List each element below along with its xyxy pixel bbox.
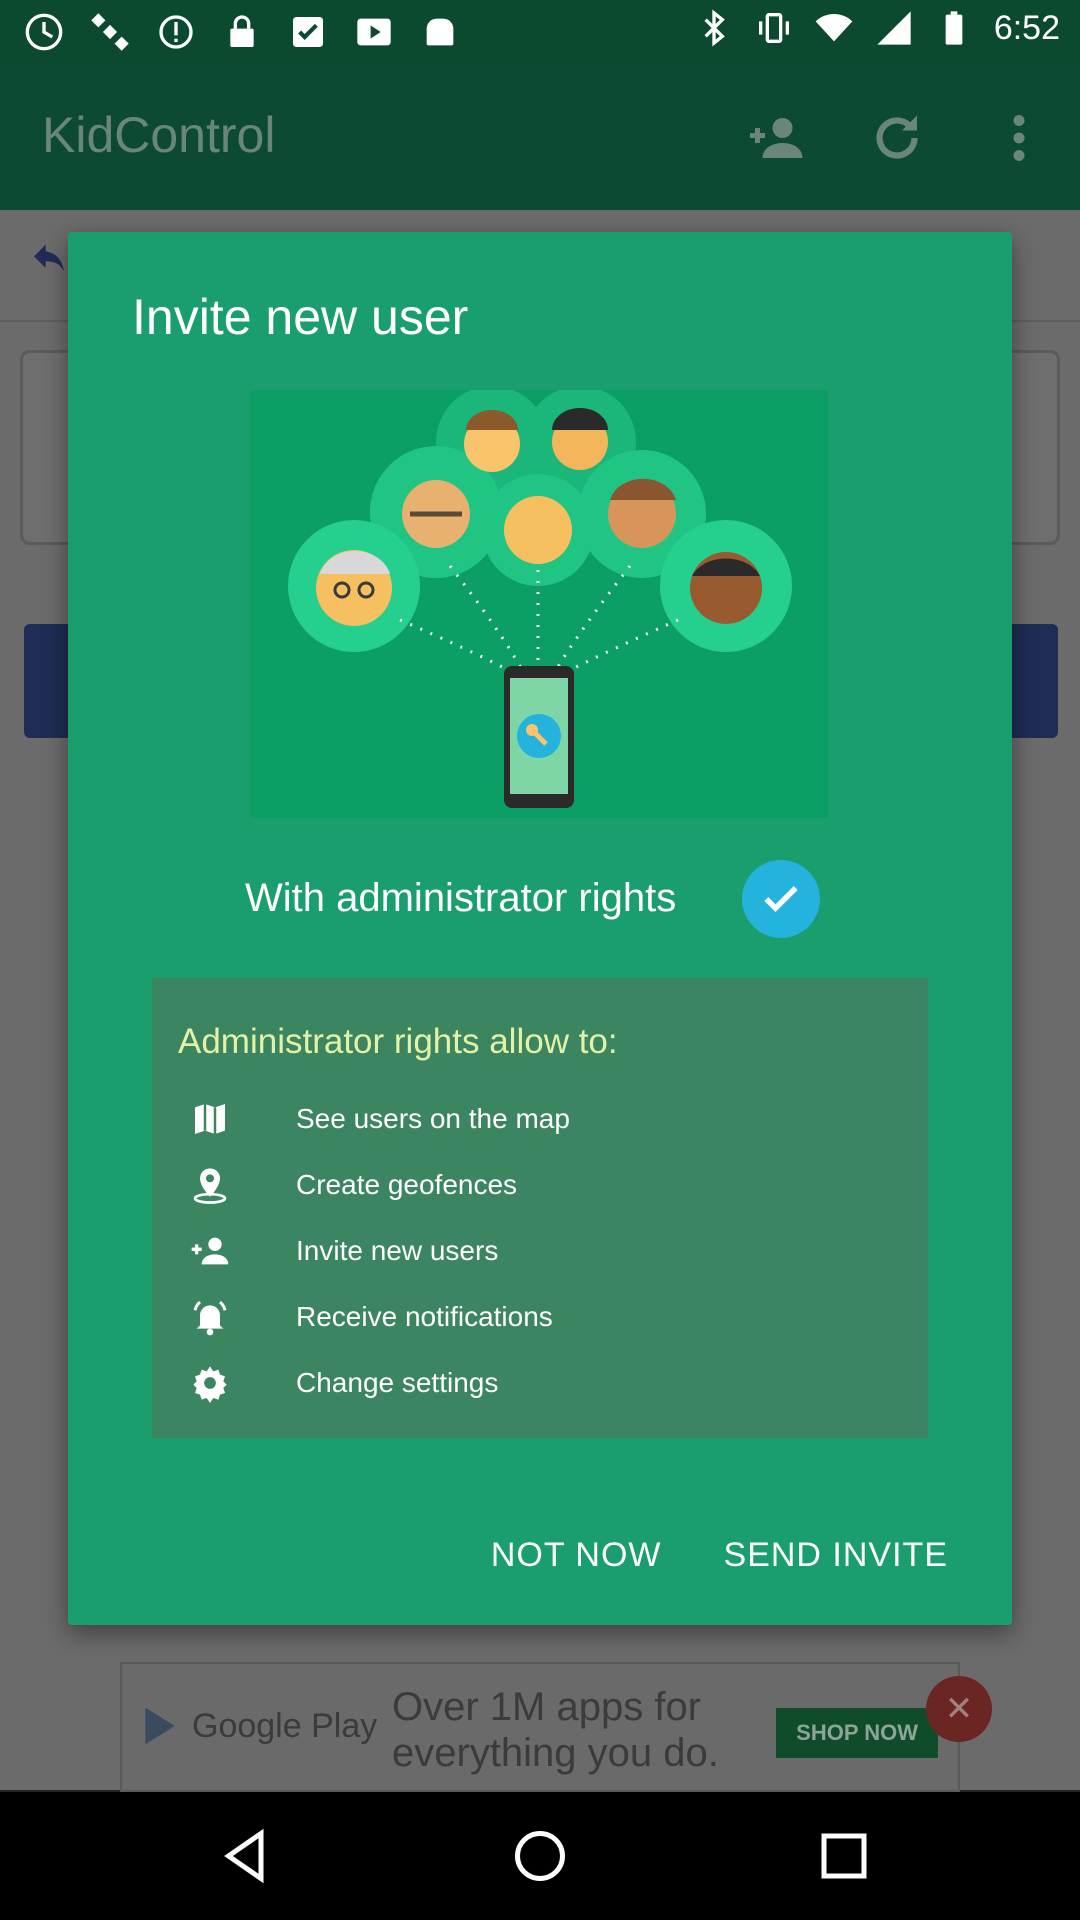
play-icon [357,18,391,46]
list-item: Create geofences [188,1152,888,1218]
ad-brand: Google Play [192,1706,378,1745]
checkmark-icon [764,886,798,913]
system-nav-bar [0,1792,1080,1920]
bluetooth-icon [704,9,725,47]
dialog-title: Invite new user [132,289,469,345]
invite-dialog: Invite new user With administrator right… [68,232,1012,1625]
map-icon [188,1097,232,1141]
ad-cta-button[interactable]: SHOP NOW [776,1708,938,1758]
satellite-icon [91,13,129,51]
list-item: See users on the map [188,1086,888,1152]
ad-message: Over 1M apps for everything you do. [392,1684,719,1776]
google-play-logo: Google Play [138,1704,377,1748]
overflow-menu-icon[interactable] [984,108,1054,168]
fake-gps-icon [25,13,63,51]
gear-icon [188,1361,232,1405]
bell-ringing-icon [188,1295,232,1339]
ad-message-line1: Over 1M apps for [392,1685,702,1729]
ad-message-line2: everything you do. [392,1731,719,1775]
not-now-button[interactable]: NOT NOW [491,1536,662,1575]
lock-icon [230,15,254,47]
back-nav-icon[interactable] [216,1826,276,1886]
admin-rights-checkbox[interactable] [742,860,820,938]
dialog-actions: NOT NOW SEND INVITE [491,1536,948,1575]
ad-close-icon[interactable]: ✕ [926,1676,992,1742]
send-invite-button[interactable]: SEND INVITE [724,1536,948,1575]
list-item: Invite new users [188,1218,888,1284]
ad-banner[interactable]: Google Play Over 1M apps for everything … [120,1662,960,1792]
google-play-icon [145,1707,175,1745]
check-square-icon [293,17,323,47]
permission-label: Invite new users [296,1235,499,1266]
wifi-icon [815,14,853,42]
permission-label: Create geofences [296,1169,518,1200]
recents-nav-icon[interactable] [814,1826,874,1886]
status-bar: 6:52 [0,0,1080,62]
app-bar: KidControl [0,62,1080,210]
signal-icon [877,11,911,45]
toast-icon [426,18,454,46]
app-title: KidControl [42,107,276,163]
permission-label: Change settings [296,1367,499,1398]
add-person-icon [188,1229,232,1273]
permission-label: Receive notifications [296,1301,553,1332]
admin-rights-label: With administrator rights [245,876,677,920]
status-time: 6:52 [993,8,1060,47]
back-arrow-icon [34,244,64,272]
add-person-icon[interactable] [740,108,810,168]
battery-icon [945,11,963,45]
list-item: Change settings [188,1350,888,1416]
list-item: Receive notifications [188,1284,888,1350]
invite-illustration [250,386,828,818]
home-nav-icon[interactable] [510,1826,570,1886]
permissions-heading: Administrator rights allow to: [178,1022,618,1061]
refresh-icon[interactable] [862,108,932,168]
family-phone-illustration [288,386,792,808]
permission-label: See users on the map [296,1103,570,1134]
geofence-pin-icon [188,1163,232,1207]
alert-circle-icon [159,15,193,49]
permissions-list: See users on the map Create geofences In… [188,1086,888,1416]
permissions-box: Administrator rights allow to: See users… [152,978,928,1438]
vibrate-icon [758,13,789,43]
